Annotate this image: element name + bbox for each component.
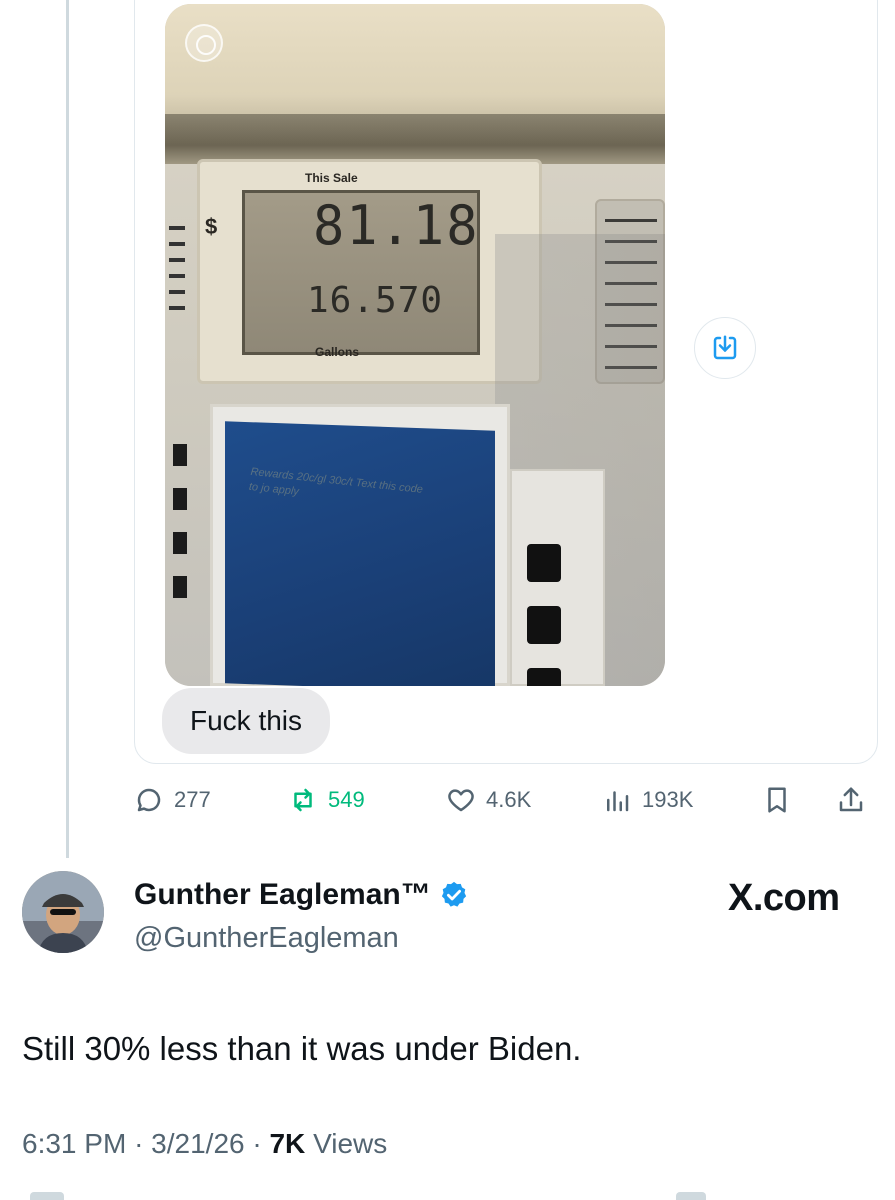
share-icon (839, 787, 863, 812)
share-button[interactable] (836, 780, 866, 820)
dollar-sign: $ (205, 214, 218, 239)
bottom-icon-hint (676, 1192, 706, 1200)
bookmark-button[interactable] (762, 780, 792, 820)
live-photo-icon[interactable] (185, 24, 223, 62)
verified-badge-icon (441, 881, 466, 907)
tweet-views-count: 7K (269, 1128, 306, 1159)
avatar-image (22, 871, 104, 953)
action-bar: 277 549 4.6K 193K (0, 780, 895, 820)
bookmark-icon (768, 787, 786, 813)
thread-connector-line (66, 0, 69, 858)
sale-amount-readout: 81.18 (313, 194, 480, 258)
gallons-readout: 16.570 (307, 280, 444, 321)
gas-pump-photo[interactable]: This Sale $ 81.18 16.570 Gallons Rewards… (165, 4, 665, 686)
like-count: 4.6K (486, 787, 532, 812)
author-name-text: Gunther Eagleman™ (134, 878, 431, 911)
pump-left-buttons (173, 444, 195, 620)
tweet-text: Still 30% less than it was under Biden. (22, 1030, 582, 1067)
pump-screen-text: Rewards 20c/gl 30c/t Text this code to j… (248, 465, 424, 498)
meta-separator: · (252, 1128, 270, 1159)
author-name[interactable]: Gunther Eagleman™ (134, 878, 469, 912)
download-icon (713, 335, 737, 360)
bar-chart-icon (607, 791, 629, 812)
pump-right-buttons (527, 544, 567, 686)
views-button[interactable]: 193K (602, 780, 693, 820)
views-count: 193K (642, 787, 694, 812)
author-handle[interactable]: @GuntherEagleman (134, 922, 399, 955)
download-button[interactable] (694, 317, 756, 379)
bottom-icon-hint (30, 1192, 64, 1200)
repost-button[interactable]: 549 (288, 780, 365, 820)
tweet-meta: 6:31 PM · 3/21/26 · 7K Views (22, 1128, 387, 1160)
reply-icon (137, 788, 161, 812)
gallons-label: Gallons (315, 345, 360, 359)
reply-button[interactable]: 277 (134, 780, 211, 820)
tweet-views-label: Views (313, 1128, 388, 1159)
tweet-time[interactable]: 6:31 PM (22, 1128, 126, 1159)
avatar[interactable] (22, 871, 104, 953)
x-com-watermark: X.com (728, 877, 840, 919)
repost-count: 549 (328, 787, 365, 812)
meta-separator: · (134, 1128, 152, 1159)
repost-icon (294, 788, 312, 812)
reply-count: 277 (174, 787, 211, 812)
this-sale-label: This Sale (305, 171, 358, 185)
tweet-date[interactable]: 3/21/26 (151, 1128, 244, 1159)
heart-icon (448, 789, 474, 812)
like-button[interactable]: 4.6K (446, 780, 531, 820)
message-bubble: Fuck this (162, 688, 331, 754)
pump-display-frame (197, 159, 542, 384)
pump-left-grill (165, 214, 189, 314)
